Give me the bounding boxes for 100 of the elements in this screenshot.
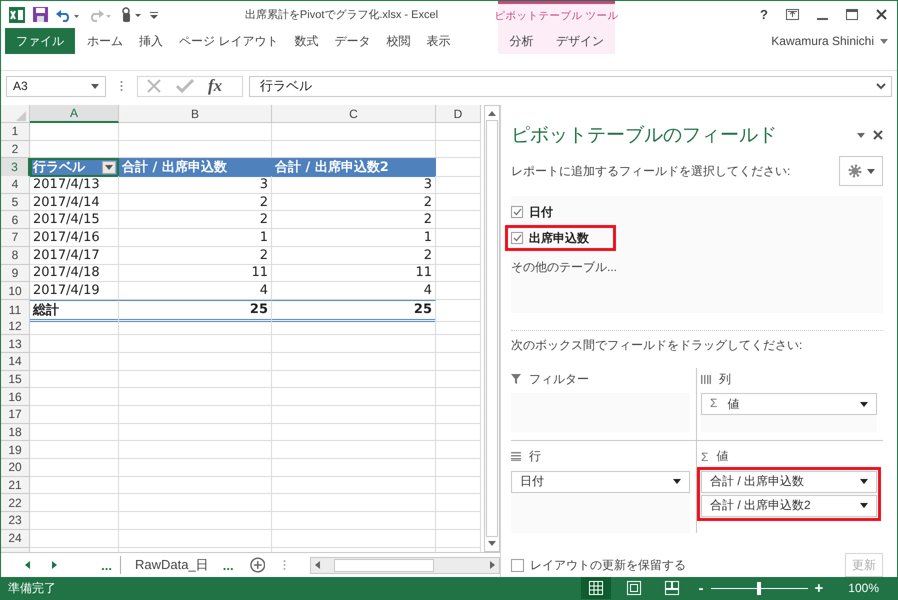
checkbox[interactable]	[511, 206, 523, 218]
name-box[interactable]: A3	[6, 76, 106, 96]
expand-icon[interactable]	[876, 82, 886, 90]
file-tab[interactable]: ファイル	[5, 28, 75, 54]
table-cell	[436, 246, 481, 264]
ribbon-tab[interactable]: 表示	[418, 28, 458, 54]
defer-update-checkbox[interactable]: レイアウトの更新を保留する	[511, 556, 686, 574]
table-cell: 2017/4/18	[30, 264, 119, 282]
touch-icon[interactable]	[120, 6, 142, 22]
horizontal-scrollbar[interactable]	[310, 556, 500, 574]
scroll-up-icon[interactable]	[488, 111, 496, 116]
vertical-scrollbar[interactable]	[484, 105, 500, 552]
row-header[interactable]: 10	[1, 282, 30, 300]
next-sheet-icon[interactable]	[52, 561, 57, 569]
ribbon-tab[interactable]: デザイン	[548, 28, 612, 54]
insert-function-button[interactable]: fx	[208, 76, 222, 96]
zoom-level[interactable]: 100%	[848, 581, 879, 595]
more-tables-link[interactable]: その他のテーブル...	[511, 259, 883, 276]
table-cell	[436, 335, 481, 353]
table-cell: 2	[272, 246, 436, 264]
table-cell	[436, 264, 481, 282]
more-sheets-button[interactable]: ...	[93, 558, 120, 572]
row-header[interactable]: 24	[1, 530, 30, 548]
user-name[interactable]: Kawamura Shinichi	[771, 34, 874, 48]
row-header[interactable]: 14	[1, 352, 30, 371]
field-dropdown[interactable]: Σ 値	[701, 393, 877, 416]
table-cell: 2	[272, 211, 436, 230]
ribbon-tab[interactable]: データ	[326, 28, 378, 54]
page-break-icon	[664, 581, 679, 595]
row-header[interactable]: 6	[1, 211, 30, 230]
field-dropdown[interactable]: 合計 / 出席申込数2	[701, 494, 877, 517]
row-header[interactable]: 8	[1, 246, 30, 264]
ribbon-tab[interactable]: 挿入	[131, 28, 171, 54]
view-button[interactable]	[580, 577, 611, 599]
field-dropdown[interactable]: 合計 / 出席申込数	[701, 470, 877, 493]
column-header[interactable]: D	[436, 105, 481, 123]
close-icon[interactable]	[876, 9, 887, 20]
row-header[interactable]: 22	[1, 494, 30, 512]
ribbon-tab[interactable]: ページ レイアウト	[171, 28, 286, 54]
row-header[interactable]: 1	[1, 123, 30, 141]
scroll-left-icon[interactable]	[315, 561, 320, 569]
prev-sheet-icon[interactable]	[25, 561, 30, 569]
more-sheets-button[interactable]: ...	[214, 558, 242, 572]
close-icon[interactable]	[873, 130, 883, 140]
ribbon-tab[interactable]: 分析	[501, 28, 542, 54]
add-sheet-icon[interactable]	[250, 557, 266, 573]
columns-icon	[701, 374, 711, 384]
table-cell	[436, 370, 481, 388]
field-dropdown[interactable]: 日付	[511, 470, 690, 493]
scroll-down-icon[interactable]	[488, 541, 496, 546]
zoom-in-button[interactable]: +	[812, 580, 826, 596]
caret-icon	[105, 164, 113, 170]
ribbon-tab[interactable]: 校閲	[378, 28, 418, 54]
row-header[interactable]: 20	[1, 459, 30, 477]
row-header[interactable]: 15	[1, 370, 30, 388]
table-cell: 11	[119, 264, 272, 282]
table-cell	[436, 176, 481, 194]
drop-area[interactable]: Σ 値	[701, 393, 877, 432]
ribbon-display-icon[interactable]	[786, 9, 799, 20]
row-header[interactable]: 9	[1, 264, 30, 282]
row-header[interactable]: 4	[1, 176, 30, 194]
ribbon-tab[interactable]: 数式	[286, 28, 326, 54]
row-header[interactable]: 23	[1, 512, 30, 530]
check-icon[interactable]	[176, 79, 194, 93]
row-header[interactable]: 2	[1, 140, 30, 158]
row-header[interactable]: 7	[1, 229, 30, 247]
undo-icon[interactable]	[56, 8, 80, 22]
row-header[interactable]: 18	[1, 424, 30, 442]
excel-logo-icon[interactable]	[9, 6, 25, 22]
drop-area[interactable]: 合計 / 出席申込数 合計 / 出席申込数2	[701, 470, 877, 517]
column-header[interactable]: B	[119, 105, 272, 123]
customize-icon[interactable]	[150, 10, 158, 18]
row-header[interactable]: 19	[1, 441, 30, 460]
field-label[interactable]: 日付	[529, 204, 553, 220]
row-header[interactable]: 3	[1, 158, 30, 178]
caret-icon	[866, 168, 874, 174]
grid-icon	[588, 581, 603, 595]
area-label: 列	[719, 370, 731, 388]
row-header[interactable]: 13	[1, 335, 30, 353]
settings-button[interactable]	[839, 156, 883, 186]
row-header[interactable]: 16	[1, 388, 30, 406]
drop-area[interactable]: 日付	[511, 470, 690, 533]
slider-thumb[interactable]	[757, 582, 762, 594]
column-header[interactable]: A	[30, 105, 119, 123]
formula-input[interactable]: 行ラベル	[249, 76, 892, 96]
save-icon[interactable]	[33, 7, 48, 22]
scroll-right-icon[interactable]	[490, 561, 495, 569]
ribbon-tab[interactable]: ホーム	[79, 28, 131, 54]
maximize-icon[interactable]	[846, 9, 858, 20]
row-header[interactable]: 5	[1, 194, 30, 212]
caret-icon	[880, 38, 888, 44]
sheet-tab[interactable]: RawData_日	[120, 556, 215, 574]
help-button[interactable]: ?	[760, 7, 768, 22]
zoom-out-button[interactable]: -	[696, 580, 706, 596]
filter-dropdown-button[interactable]	[102, 160, 116, 174]
checkbox[interactable]	[511, 232, 523, 244]
row-header[interactable]: 21	[1, 476, 30, 494]
row-header[interactable]: 17	[1, 406, 30, 424]
column-header[interactable]: C	[272, 105, 436, 123]
table-cell	[436, 494, 481, 512]
